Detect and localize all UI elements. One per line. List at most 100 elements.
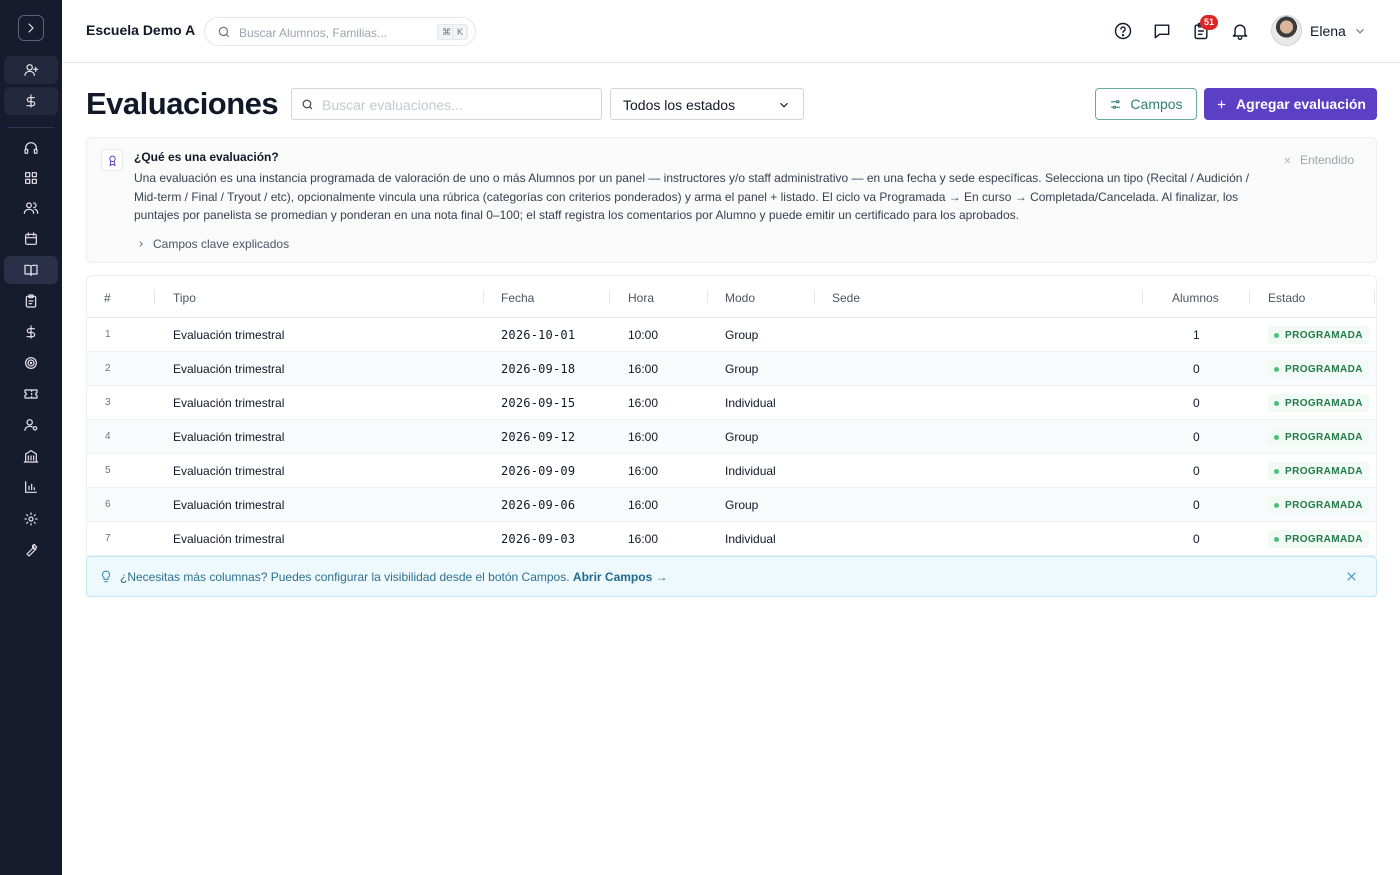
column-header-modo[interactable]: Modo <box>725 291 755 305</box>
chart-icon[interactable] <box>4 473 58 501</box>
status-label: PROGRAMADA <box>1285 499 1363 511</box>
sidebar-divider <box>8 127 54 128</box>
plus-icon <box>1217 100 1226 108</box>
dollar-icon[interactable] <box>4 318 58 346</box>
table-row[interactable]: 5 Evaluación trimestral 2026-09-09 16:00… <box>87 454 1376 488</box>
row-number: 2 <box>105 363 111 374</box>
dismiss-info-button[interactable]: Entendido <box>1283 153 1354 167</box>
chat-icon[interactable] <box>1152 21 1172 41</box>
status-badge: PROGRAMADA <box>1268 462 1369 480</box>
cell-modo: Individual <box>725 464 776 478</box>
table-row[interactable]: 1 Evaluación trimestral 2026-10-01 10:00… <box>87 318 1376 352</box>
cell-fecha: 2026-09-06 <box>501 498 576 512</box>
status-dot <box>1274 502 1279 508</box>
global-search[interactable]: Buscar Alumnos, Familias... ⌘ K <box>204 17 476 46</box>
cell-alumnos: 0 <box>1193 498 1200 512</box>
status-badge: PROGRAMADA <box>1268 360 1369 378</box>
column-header-estado[interactable]: Estado <box>1268 291 1305 305</box>
column-header-alumnos[interactable]: Alumnos <box>1172 291 1219 305</box>
page-title: Evaluaciones <box>86 86 279 121</box>
column-header-tipo[interactable]: Tipo <box>173 291 196 305</box>
cell-tipo: Evaluación trimestral <box>173 362 285 376</box>
column-divider <box>1249 290 1250 304</box>
column-divider <box>154 290 155 304</box>
add-user-icon[interactable] <box>4 56 58 84</box>
status-dot <box>1274 366 1279 372</box>
cell-modo: Group <box>725 430 759 444</box>
close-icon[interactable] <box>1345 570 1358 583</box>
help-icon[interactable] <box>1113 21 1133 41</box>
status-filter-value: Todos los estados <box>623 97 736 113</box>
tip-text-container: ¿Necesitas más columnas? Puedes configur… <box>120 570 668 584</box>
cell-alumnos: 0 <box>1193 362 1200 376</box>
table-row[interactable]: 6 Evaluación trimestral 2026-09-06 16:00… <box>87 488 1376 522</box>
status-label: PROGRAMADA <box>1285 533 1363 545</box>
fields-button[interactable]: Campos <box>1095 88 1197 120</box>
cell-fecha: 2026-09-15 <box>501 396 576 410</box>
fields-button-label: Campos <box>1130 96 1183 112</box>
cell-modo: Group <box>725 498 759 512</box>
search-icon <box>302 99 313 110</box>
cell-hora: 16:00 <box>628 464 659 478</box>
column-divider <box>1374 290 1375 304</box>
book-icon[interactable] <box>4 256 58 284</box>
sidebar-toggle-button[interactable] <box>18 15 44 41</box>
column-divider <box>609 290 610 304</box>
open-fields-link[interactable]: Abrir Campos → <box>573 570 668 584</box>
status-label: PROGRAMADA <box>1285 329 1363 341</box>
cell-modo: Group <box>725 362 759 376</box>
evaluations-search[interactable] <box>291 88 602 120</box>
info-body: Una evaluación es una instancia programa… <box>134 171 1250 222</box>
school-name[interactable]: Escuela Demo A <box>86 22 195 38</box>
evaluations-search-input[interactable] <box>322 95 592 115</box>
cell-alumnos: 0 <box>1193 430 1200 444</box>
status-filter-select[interactable]: Todos los estados <box>610 88 804 120</box>
building-icon[interactable] <box>4 442 58 470</box>
cell-fecha: 2026-09-18 <box>501 362 576 376</box>
table-row[interactable]: 3 Evaluación trimestral 2026-09-15 16:00… <box>87 386 1376 420</box>
column-header-fecha[interactable]: Fecha <box>501 291 534 305</box>
column-divider <box>483 290 484 304</box>
status-badge: PROGRAMADA <box>1268 326 1369 344</box>
status-badge: PROGRAMADA <box>1268 394 1369 412</box>
row-number: 6 <box>105 499 111 510</box>
row-number: 1 <box>105 329 111 340</box>
user-settings-icon[interactable] <box>4 411 58 439</box>
column-header-sede[interactable]: Sede <box>832 291 860 305</box>
dollar-icon[interactable] <box>4 87 58 115</box>
headset-icon[interactable] <box>4 134 58 162</box>
users-icon[interactable] <box>4 194 58 222</box>
sliders-icon <box>1111 99 1121 109</box>
row-number: 5 <box>105 465 111 476</box>
award-icon <box>101 149 123 171</box>
status-dot <box>1274 468 1279 474</box>
column-header-number[interactable]: # <box>104 291 111 305</box>
table-row[interactable]: 2 Evaluación trimestral 2026-09-18 16:00… <box>87 352 1376 386</box>
tip-text: ¿Necesitas más columnas? Puedes configur… <box>120 570 573 584</box>
column-header-hora[interactable]: Hora <box>628 291 654 305</box>
cell-fecha: 2026-09-03 <box>501 532 576 546</box>
column-divider <box>707 290 708 304</box>
cell-modo: Individual <box>725 396 776 410</box>
bell-icon[interactable] <box>1230 21 1250 41</box>
chevron-down-icon[interactable] <box>1353 24 1367 38</box>
grid-icon[interactable] <box>4 164 58 192</box>
key-fields-toggle[interactable]: Campos clave explicados <box>136 237 289 251</box>
row-number: 7 <box>105 533 111 544</box>
status-label: PROGRAMADA <box>1285 431 1363 443</box>
close-icon <box>1284 157 1291 163</box>
target-icon[interactable] <box>4 349 58 377</box>
table-row[interactable]: 7 Evaluación trimestral 2026-09-03 16:00… <box>87 522 1376 556</box>
avatar[interactable] <box>1271 15 1302 46</box>
calendar-icon[interactable] <box>4 225 58 253</box>
clipboard-icon[interactable] <box>4 287 58 315</box>
add-evaluation-button[interactable]: Agregar evaluación <box>1204 88 1377 120</box>
wrench-icon[interactable] <box>4 536 58 564</box>
ticket-icon[interactable] <box>4 380 58 408</box>
user-name[interactable]: Elena <box>1310 23 1346 39</box>
cell-modo: Group <box>725 328 759 342</box>
cell-fecha: 2026-09-12 <box>501 430 576 444</box>
cell-alumnos: 0 <box>1193 396 1200 410</box>
table-row[interactable]: 4 Evaluación trimestral 2026-09-12 16:00… <box>87 420 1376 454</box>
gear-icon[interactable] <box>4 505 58 533</box>
